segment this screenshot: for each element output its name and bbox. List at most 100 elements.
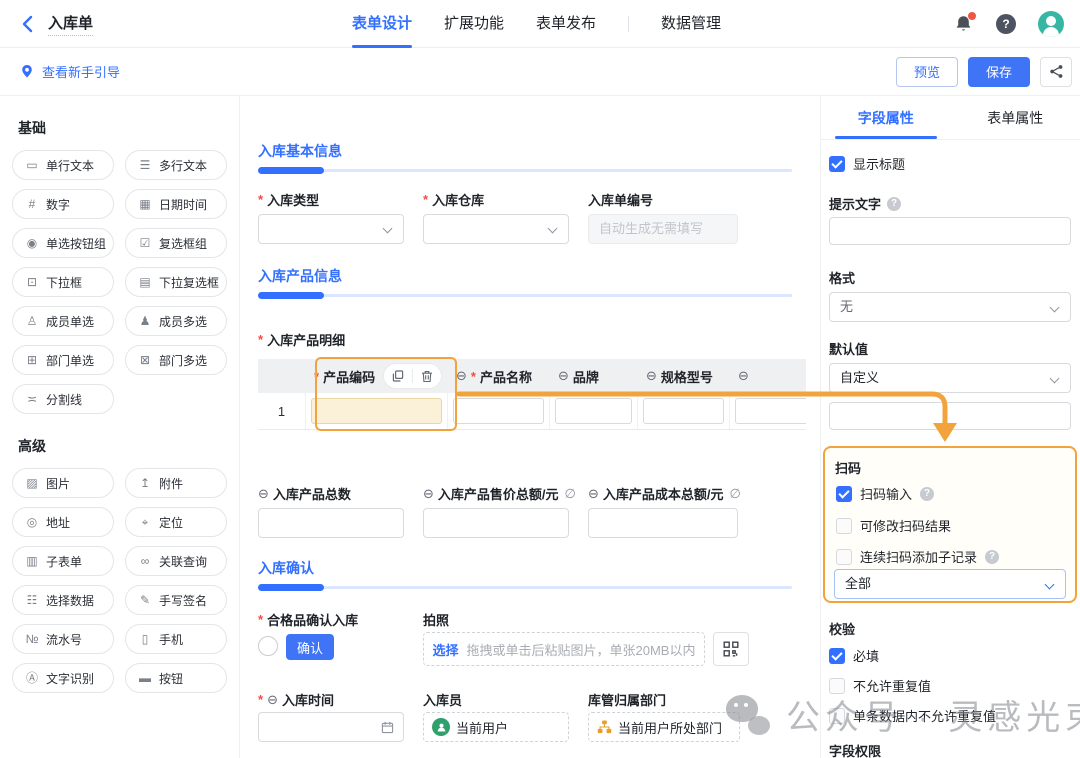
guide-link[interactable]: 查看新手引导 [20,62,120,81]
format-select[interactable]: 无 [829,292,1071,322]
user-avatar[interactable] [1038,11,1064,37]
field-label-time[interactable]: *⊖入库时间 [258,690,334,709]
checkbox-unchecked-icon[interactable] [836,518,852,534]
hint-text-input[interactable] [829,217,1071,245]
field-label-dept[interactable]: 库管归属部门 [588,690,666,709]
palette-item[interactable]: ∞关联查询 [125,546,227,576]
nav-tab-1[interactable]: 表单设计 [352,0,412,48]
subform-cell[interactable] [550,393,638,429]
field-label-order-no[interactable]: 入库单编号 [588,190,653,209]
total-input[interactable] [423,508,569,538]
subform-cell[interactable] [306,393,448,429]
checkbox-option[interactable]: 单条数据内不允许重复值 [829,706,996,725]
checkbox-checked-icon[interactable] [836,486,852,502]
save-button[interactable]: 保存 [968,57,1030,87]
checkbox-option[interactable]: 可修改扫码结果 [836,516,951,535]
help-icon[interactable]: ? [920,487,934,501]
cell-input[interactable] [453,398,544,424]
scan-scope-select[interactable]: 全部 [834,569,1066,599]
confirm-button[interactable]: 确认 [286,634,334,660]
palette-item[interactable]: ⊞部门单选 [12,345,114,375]
cell-input[interactable] [555,398,632,424]
palette-item[interactable]: ◎地址 [12,507,114,537]
palette-item[interactable]: ▤下拉复选框 [125,267,227,297]
subform-column-header[interactable]: ⊖*产品名称 [448,359,550,393]
nav-tab-2[interactable]: 扩展功能 [444,0,504,48]
field-label-storage-type[interactable]: *入库类型 [258,190,319,209]
cell-input[interactable] [735,398,806,424]
palette-item[interactable]: ☰多行文本 [125,150,227,180]
subform-cell[interactable] [448,393,550,429]
total-input[interactable] [258,508,404,538]
time-input[interactable] [258,712,404,742]
palette-item[interactable]: #数字 [12,189,114,219]
palette-item[interactable]: ▬按钮 [125,663,227,693]
palette-item[interactable]: ☷选择数据 [12,585,114,615]
default-value-select[interactable]: 自定义 [829,363,1071,393]
field-label-subform[interactable]: *入库产品明细 [258,330,345,349]
subform-column-header[interactable]: ⊖品牌 [550,359,638,393]
notification-bell-icon[interactable] [954,14,974,34]
storage-type-select[interactable] [258,214,404,244]
palette-item[interactable]: ⌖定位 [125,507,227,537]
nav-tab-4[interactable]: 数据管理 [661,0,721,48]
show-title-option[interactable]: 显示标题 [829,154,905,173]
confirm-radio[interactable] [258,636,278,656]
field-label-total[interactable]: ⊖入库产品总数 [258,484,351,503]
checkbox-unchecked-icon[interactable] [829,708,845,724]
section-title-basic-info[interactable]: 入库基本信息 [258,141,342,161]
palette-item[interactable]: ◉单选按钮组 [12,228,114,258]
checkbox-option[interactable]: 连续扫码添加子记录? [836,547,999,566]
prop-tab-2[interactable]: 表单属性 [951,96,1080,139]
photo-upload-area[interactable]: 选择 拖拽或单击后粘贴图片，单张20MB以内 [423,632,705,666]
palette-item[interactable]: ⊠部门多选 [125,345,227,375]
palette-item[interactable]: ✎手写签名 [125,585,227,615]
subform-column-header[interactable]: ⊖ [730,359,806,393]
cell-input[interactable] [643,398,724,424]
qr-scan-button[interactable] [713,632,749,666]
operator-field[interactable]: 当前用户 [423,712,569,742]
checkbox-checked-icon[interactable] [829,156,845,172]
help-icon[interactable]: ? [985,550,999,564]
copy-icon[interactable] [384,370,412,382]
section-title-confirm[interactable]: 入库确认 [258,558,314,578]
palette-item[interactable]: ♟成员多选 [125,306,227,336]
help-icon[interactable]: ? [887,197,901,211]
prop-tab-1[interactable]: 字段属性 [821,96,951,139]
palette-item[interactable]: ▨图片 [12,468,114,498]
nav-tab-3[interactable]: 表单发布 [536,0,596,48]
checkbox-unchecked-icon[interactable] [836,549,852,565]
trash-icon[interactable] [413,370,441,383]
palette-item[interactable]: ♙成员单选 [12,306,114,336]
field-label-warehouse[interactable]: *入库仓库 [423,190,484,209]
subform-cell[interactable] [638,393,730,429]
default-custom-input[interactable] [829,402,1071,430]
share-button[interactable] [1040,57,1072,87]
palette-item[interactable]: Ⓐ文字识别 [12,663,114,693]
dept-field[interactable]: 当前用户所处部门 [588,712,740,742]
warehouse-select[interactable] [423,214,569,244]
checkbox-unchecked-icon[interactable] [829,678,845,694]
palette-item[interactable]: №流水号 [12,624,114,654]
subform-column-header[interactable]: ⊖规格型号 [638,359,730,393]
field-label-total[interactable]: ⊖入库产品成本总额/元∅ [588,484,741,503]
section-title-product-info[interactable]: 入库产品信息 [258,266,342,286]
palette-item[interactable]: ▥子表单 [12,546,114,576]
checkbox-option[interactable]: 必填 [829,646,879,665]
total-input[interactable] [588,508,738,538]
checkbox-option[interactable]: 扫码输入? [836,484,934,503]
palette-item[interactable]: ▭单行文本 [12,150,114,180]
cell-input[interactable] [311,398,442,424]
palette-item[interactable]: ↥附件 [125,468,227,498]
field-label-operator[interactable]: 入库员 [423,690,462,709]
field-label-photo[interactable]: 拍照 [423,610,449,629]
palette-item[interactable]: ⊡下拉框 [12,267,114,297]
help-icon[interactable]: ? [996,14,1016,34]
checkbox-checked-icon[interactable] [829,648,845,664]
palette-item[interactable]: ▯手机 [125,624,227,654]
palette-item[interactable]: ≍分割线 [12,384,114,414]
field-label-total[interactable]: ⊖入库产品售价总额/元∅ [423,484,576,503]
field-label-confirm[interactable]: *合格品确认入库 [258,610,358,629]
palette-item[interactable]: ▦日期时间 [125,189,227,219]
subform-cell[interactable] [730,393,806,429]
